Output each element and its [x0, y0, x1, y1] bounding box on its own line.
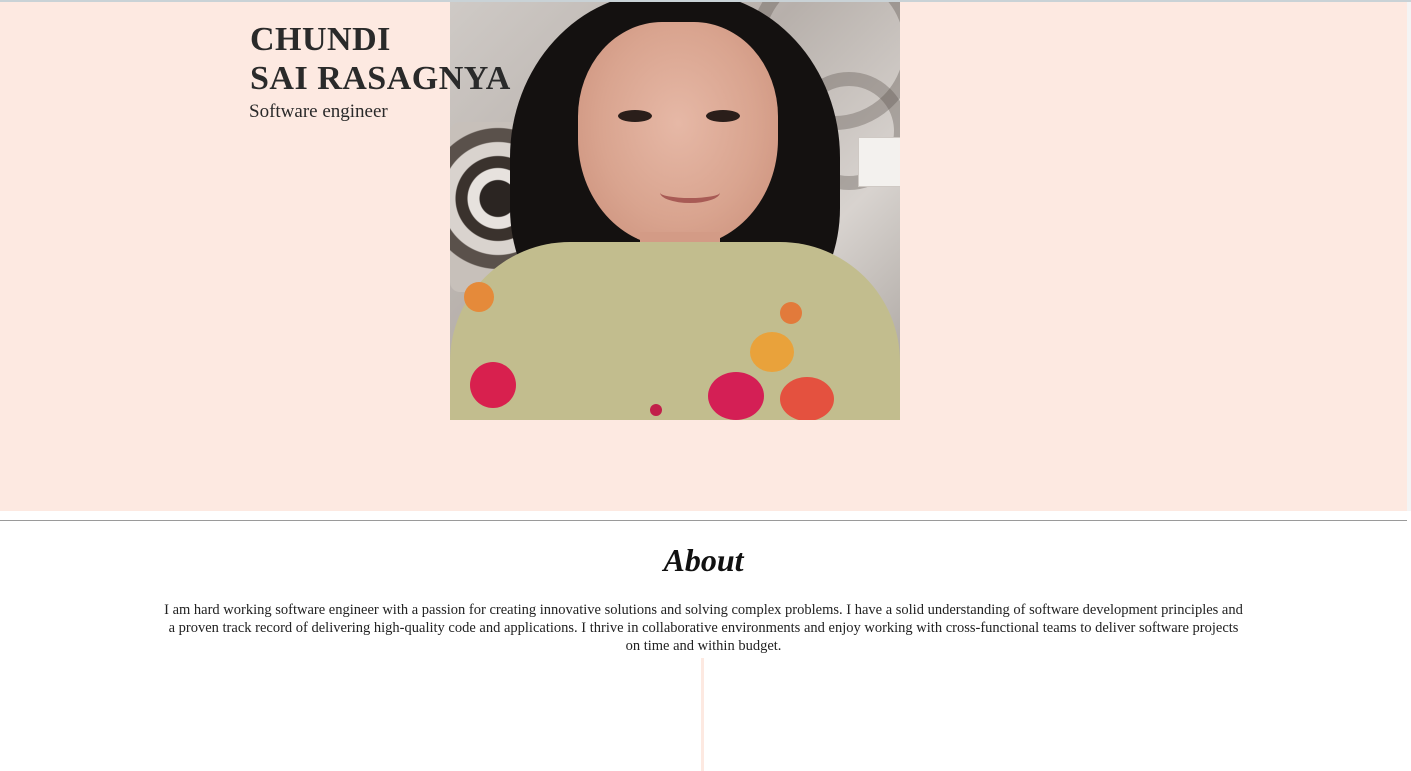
profile-name-first: CHUNDI	[250, 21, 391, 58]
about-heading: About	[663, 542, 744, 578]
profile-role: Software engineer	[249, 101, 388, 122]
embroidery-flower	[750, 332, 794, 372]
portrait-eye	[618, 110, 652, 122]
portfolio-page: CHUNDI SAI RASAGNYA Software engineer Ab…	[0, 0, 1411, 771]
embroidery-flower	[780, 377, 834, 420]
kurta-button	[650, 404, 662, 416]
embroidery-flower	[780, 302, 802, 324]
embroidery-flower	[708, 372, 764, 420]
portrait-smile	[660, 182, 720, 203]
about-description: I am hard working software engineer with…	[164, 602, 1243, 654]
profile-name-rest: SAI RASAGNYA	[250, 60, 511, 97]
profile-name: CHUNDI SAI RASAGNYA	[250, 20, 511, 98]
wall-switch	[858, 137, 900, 187]
embroidery-flower	[470, 362, 516, 408]
timeline-line	[701, 658, 704, 771]
page-edge	[1407, 2, 1411, 511]
embroidery-flower	[464, 282, 494, 312]
section-divider	[0, 520, 1407, 521]
profile-photo	[450, 2, 900, 420]
portrait-face	[578, 22, 778, 247]
portrait-eye	[706, 110, 740, 122]
